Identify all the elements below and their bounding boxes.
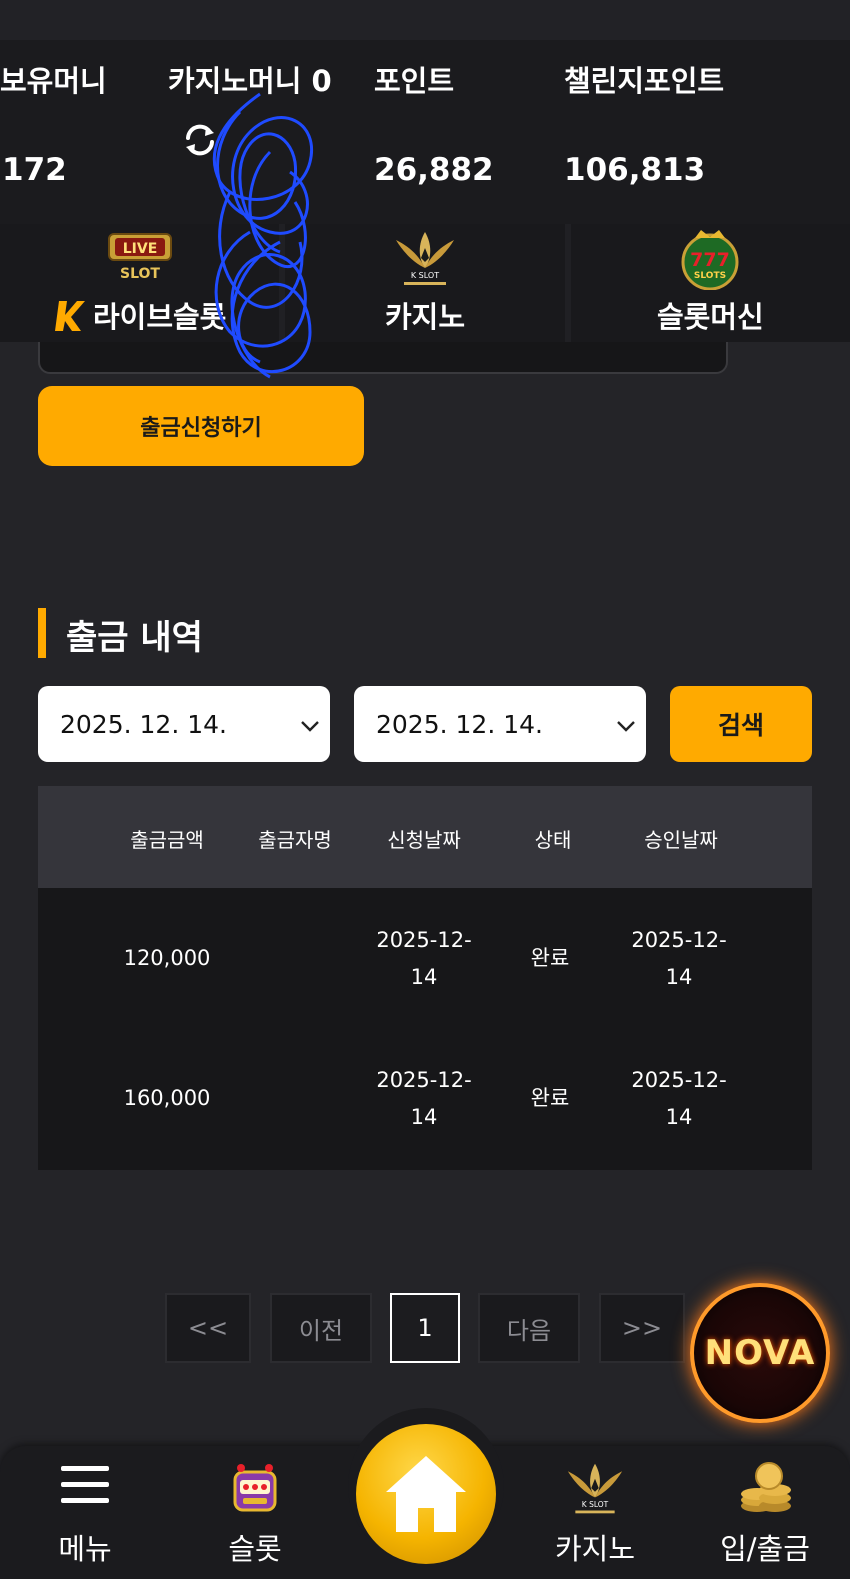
row-status: 완료 xyxy=(530,1086,570,1110)
tab-casino[interactable]: K SLOT 카지노 xyxy=(285,224,565,342)
refresh-icon[interactable] xyxy=(180,120,220,160)
coin-stack-icon xyxy=(735,1460,795,1522)
svg-text:777: 777 xyxy=(690,249,730,271)
col-request-date: 신청날짜 xyxy=(387,828,461,852)
page-current[interactable]: 1 xyxy=(390,1293,460,1363)
k-brand-icon xyxy=(54,301,85,331)
chevron-down-icon xyxy=(301,721,319,732)
start-date-select[interactable]: 2025. 12. 14. xyxy=(38,686,330,762)
svg-text:K SLOT: K SLOT xyxy=(411,271,439,280)
end-date-value: 2025. 12. 14. xyxy=(376,709,543,739)
col-name: 출금자명 xyxy=(258,828,332,852)
page-next-button[interactable]: 다음 xyxy=(478,1293,580,1363)
home-button[interactable] xyxy=(356,1424,496,1564)
nav-menu-label: 메뉴 xyxy=(58,1532,112,1566)
nav-menu[interactable]: 메뉴 xyxy=(10,1446,160,1579)
page-first-button[interactable]: << xyxy=(165,1293,251,1363)
nav-deposit-withdraw-label: 입/출금 xyxy=(720,1532,810,1566)
casino-money-label: 카지노머니 0 xyxy=(168,64,332,98)
slot-machine-icon xyxy=(227,1460,283,1520)
withdraw-request-button[interactable]: 출금신청하기 xyxy=(38,386,364,466)
holding-money-label: 보유머니 xyxy=(0,64,107,98)
nav-slot[interactable]: 슬롯 xyxy=(180,1446,330,1579)
row-amount: 160,000 xyxy=(123,1086,211,1110)
search-button[interactable]: 검색 xyxy=(670,686,812,762)
amount-input-partial[interactable] xyxy=(38,342,728,374)
nav-casino[interactable]: K SLOT 카지노 xyxy=(520,1446,670,1579)
page-last-button[interactable]: >> xyxy=(599,1293,685,1363)
game-tabs: LIVE SLOT 라이브슬롯 K SLOT 카지노 777 SLOTS 슬롯머… xyxy=(0,224,850,342)
chevron-down-icon xyxy=(617,721,635,732)
tab-live-slot-text: 라이브슬롯 xyxy=(92,300,227,334)
row-status: 완료 xyxy=(530,946,570,970)
challenge-points-value: 106,813 xyxy=(564,152,706,188)
page-prev-button[interactable]: 이전 xyxy=(270,1293,372,1363)
live-slot-logo: LIVE SLOT xyxy=(105,228,175,288)
tab-live-slot[interactable]: LIVE SLOT 라이브슬롯 xyxy=(0,224,280,342)
col-approve-date: 승인날짜 xyxy=(644,828,718,852)
svg-text:K SLOT: K SLOT xyxy=(582,1500,609,1509)
k-slot-lotus-icon: K SLOT xyxy=(562,1460,628,1522)
tab-casino-label: 카지노 xyxy=(384,300,466,334)
row-approve-date: 2025-12- 14 xyxy=(631,1068,727,1129)
nav-deposit-withdraw[interactable]: 입/출금 xyxy=(690,1446,840,1579)
row-approve-date: 2025-12- 14 xyxy=(631,928,727,989)
svg-text:SLOT: SLOT xyxy=(120,266,160,282)
withdraw-history-title: 출금 내역 xyxy=(66,618,203,658)
start-date-value: 2025. 12. 14. xyxy=(60,709,227,739)
nav-slot-label: 슬롯 xyxy=(228,1532,282,1566)
end-date-select[interactable]: 2025. 12. 14. xyxy=(354,686,646,762)
status-strip xyxy=(0,0,850,40)
nova-floating-logo[interactable]: NOVA xyxy=(690,1283,830,1423)
svg-text:SLOTS: SLOTS xyxy=(694,271,726,281)
withdraw-history-table: 출금금액 출금자명 신청날짜 상태 승인날짜 120,000 2025-12- … xyxy=(38,786,812,1170)
section-accent-bar xyxy=(38,608,46,658)
tab-slot-machine[interactable]: 777 SLOTS 슬롯머신 xyxy=(570,224,850,342)
row-request-date: 2025-12- 14 xyxy=(376,928,472,989)
points-value: 26,882 xyxy=(374,152,494,188)
nova-logo-text: NOVA xyxy=(704,1333,816,1373)
holding-money-value: 172 xyxy=(2,152,67,188)
svg-text:LIVE: LIVE xyxy=(122,241,157,257)
k-slot-lotus-logo: K SLOT xyxy=(390,228,460,294)
777-slots-logo: 777 SLOTS xyxy=(677,228,743,294)
col-status: 상태 xyxy=(534,828,572,852)
table-header: 출금금액 출금자명 신청날짜 상태 승인날짜 xyxy=(38,786,812,888)
home-icon xyxy=(386,1456,466,1532)
row-request-date: 2025-12- 14 xyxy=(376,1068,472,1129)
table-body: 120,000 2025-12- 14 완료 2025-12- 14 160,0… xyxy=(38,888,812,1170)
row-amount: 120,000 xyxy=(123,946,211,970)
tab-live-slot-label: 라이브슬롯 xyxy=(0,294,279,336)
challenge-points-label: 챌린지포인트 xyxy=(564,64,725,98)
points-label: 포인트 xyxy=(374,64,455,98)
col-amount: 출금금액 xyxy=(130,828,204,852)
nav-casino-label: 카지노 xyxy=(554,1532,636,1566)
hamburger-menu-icon xyxy=(57,1460,113,1514)
tab-slot-machine-label: 슬롯머신 xyxy=(656,300,764,334)
